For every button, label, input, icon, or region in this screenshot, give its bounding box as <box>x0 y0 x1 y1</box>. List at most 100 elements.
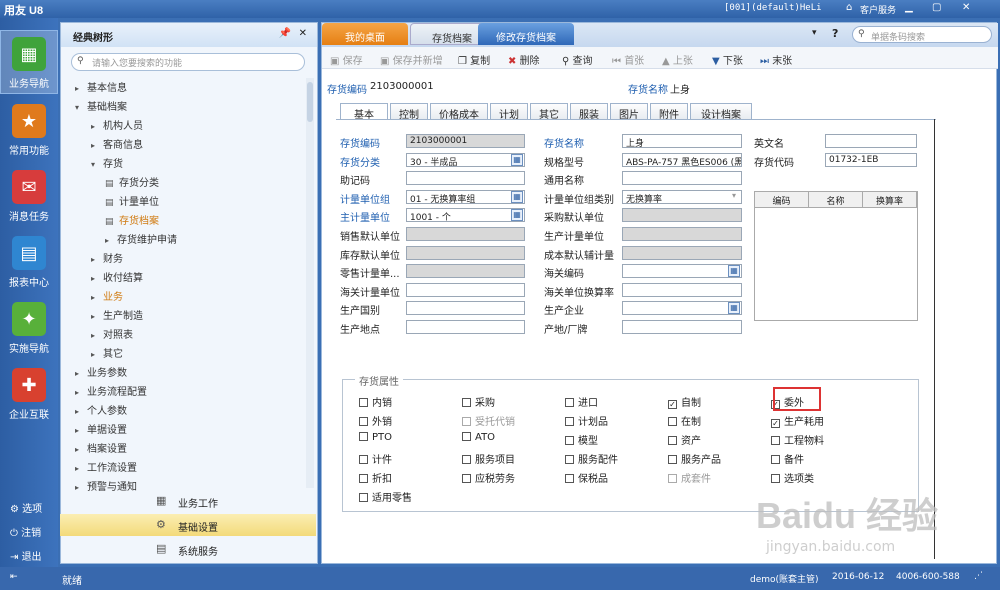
tree-item[interactable]: ▤ 存货分类 <box>105 174 159 189</box>
tree-item[interactable]: ▸ 收付结算 <box>91 269 143 284</box>
exit-button[interactable]: ⇥ 退出 <box>10 548 42 563</box>
attribute-checkbox[interactable]: 服务项目 <box>462 451 515 466</box>
query-button[interactable]: ⚲ 查询 <box>562 52 593 67</box>
form-field[interactable] <box>622 282 742 297</box>
subtab-8[interactable]: 设计档案 <box>690 103 752 121</box>
attribute-checkbox[interactable]: 折扣 <box>359 470 392 485</box>
checkbox-icon[interactable] <box>462 432 471 441</box>
checkbox-icon[interactable] <box>359 417 368 426</box>
prev-button[interactable]: ▲ 上张 <box>662 52 693 67</box>
form-field[interactable] <box>622 171 742 186</box>
tree-item[interactable]: ▸ 业务参数 <box>75 364 127 379</box>
attribute-checkbox[interactable]: 计件 <box>359 451 392 466</box>
module-messages[interactable]: ✉ 消息任务 <box>0 164 58 228</box>
tree-scrollbar[interactable] <box>306 78 314 488</box>
form-field[interactable] <box>406 171 525 186</box>
attribute-checkbox[interactable]: 受托代销 <box>462 413 515 428</box>
tree-item[interactable]: ▤ 存货档案 <box>105 212 159 227</box>
tree-item[interactable]: ▸ 机构人员 <box>91 117 143 132</box>
attribute-checkbox[interactable]: 适用零售 <box>359 489 412 504</box>
close-icon[interactable]: ✕ <box>299 28 307 39</box>
checkbox-icon[interactable] <box>771 455 780 464</box>
status-expand-icon[interactable]: ⇤ <box>10 572 18 582</box>
lookup-icon[interactable]: ▦ <box>511 153 523 166</box>
subtab-1[interactable]: 控制 <box>390 103 428 121</box>
form-field[interactable] <box>622 245 742 260</box>
form-field[interactable] <box>825 134 917 148</box>
maximize-icon[interactable]: ▢ <box>932 2 941 13</box>
form-field[interactable]: ABS-PA-757 黑色ES006 (黑 <box>622 152 742 167</box>
subtab-4[interactable]: 其它 <box>530 103 568 121</box>
customer-service-menu[interactable]: 客户服务 <box>860 3 896 16</box>
attribute-checkbox[interactable]: 服务产品 <box>668 451 721 466</box>
tree-item[interactable]: ▸ 其它 <box>91 345 123 360</box>
tree-item[interactable]: ▸ 财务 <box>91 250 123 265</box>
form-field[interactable]: ▦ <box>622 301 742 316</box>
checkbox-icon[interactable] <box>359 432 368 441</box>
checkbox-icon[interactable] <box>462 398 471 407</box>
tree-item[interactable]: ▸ 档案设置 <box>75 440 127 455</box>
checkbox-icon[interactable] <box>462 474 471 483</box>
tree-item[interactable]: ▸ 单据设置 <box>75 421 127 436</box>
form-field[interactable]: 30 - 半成品 ▦ <box>406 152 525 167</box>
attribute-checkbox[interactable]: 备件 <box>771 451 804 466</box>
tree-item[interactable]: ▸ 客商信息 <box>91 136 143 151</box>
tab-my-desktop[interactable]: 我的桌面 <box>322 23 408 45</box>
function-search-input[interactable]: ⚲ 请输入您要搜索的功能 <box>71 53 305 71</box>
tree-item[interactable]: ▤ 计量单位 <box>105 193 159 208</box>
form-field[interactable] <box>406 245 525 260</box>
nav-basic-settings[interactable]: ⚙ 基础设置 <box>60 514 316 536</box>
checkbox-icon[interactable] <box>359 474 368 483</box>
form-field[interactable]: ▦ <box>622 264 742 279</box>
checkbox-icon[interactable] <box>668 417 677 426</box>
nav-system-services[interactable]: ▤ 系统服务 <box>60 538 316 560</box>
subtab-0[interactable]: 基本 <box>340 103 388 121</box>
first-button[interactable]: ⏮ 首张 <box>612 52 644 67</box>
attribute-checkbox[interactable]: ✓ 生产耗用 <box>771 413 824 428</box>
grid-column-header[interactable]: 换算率 <box>863 192 917 207</box>
pin-icon[interactable]: 📌 <box>279 28 291 39</box>
subtab-6[interactable]: 图片 <box>610 103 648 121</box>
tree-item[interactable]: ▸ 工作流设置 <box>75 459 137 474</box>
subtab-2[interactable]: 价格成本 <box>430 103 488 121</box>
checkbox-icon[interactable] <box>668 436 677 445</box>
checkbox-icon[interactable] <box>565 474 574 483</box>
tree-item[interactable]: ▸ 业务流程配置 <box>75 383 147 398</box>
attribute-checkbox[interactable]: 保税品 <box>565 470 608 485</box>
form-field[interactable] <box>406 227 525 241</box>
tree-item[interactable]: ▸ 业务 <box>91 288 123 303</box>
lookup-icon[interactable]: ▦ <box>511 209 523 222</box>
attribute-checkbox[interactable]: ✓ 自制 <box>668 394 701 409</box>
form-field[interactable] <box>406 301 525 316</box>
grid-column-header[interactable]: 名称 <box>809 192 863 207</box>
module-business-nav[interactable]: ▦ 业务导航 <box>0 30 58 94</box>
checkbox-icon[interactable] <box>771 436 780 445</box>
attribute-checkbox[interactable]: ATO <box>462 432 495 443</box>
checkbox-icon[interactable] <box>565 436 574 445</box>
form-field[interactable]: 1001 - 个 ▦ <box>406 208 525 223</box>
tree-item[interactable]: ▸ 生产制造 <box>91 307 143 322</box>
checkbox-icon[interactable] <box>359 455 368 464</box>
logout-button[interactable]: ⏻ 注销 <box>10 524 41 539</box>
grid-column-header[interactable]: 编码 <box>755 192 809 207</box>
form-field[interactable] <box>406 320 525 334</box>
module-enterprise[interactable]: ✚ 企业互联 <box>0 362 58 426</box>
subtab-5[interactable]: 服装 <box>570 103 608 121</box>
subtab-7[interactable]: 附件 <box>650 103 688 121</box>
attribute-checkbox[interactable]: 内销 <box>359 394 392 409</box>
attribute-checkbox[interactable]: 模型 <box>565 432 598 447</box>
close-icon[interactable]: ✕ <box>962 2 970 13</box>
checkbox-icon[interactable] <box>565 455 574 464</box>
form-field[interactable]: 上身 <box>622 134 742 148</box>
checkbox-icon[interactable] <box>359 493 368 502</box>
checkbox-icon[interactable] <box>668 455 677 464</box>
last-button[interactable]: ⏭ 末张 <box>760 52 792 67</box>
barcode-search-input[interactable]: ⚲ 单据条码搜索 <box>852 26 992 43</box>
checkbox-icon[interactable]: ✓ <box>668 400 677 409</box>
attribute-checkbox[interactable]: 采购 <box>462 394 495 409</box>
lookup-icon[interactable]: ▦ <box>511 190 523 203</box>
attribute-checkbox[interactable]: 资产 <box>668 432 701 447</box>
attribute-checkbox[interactable]: 计划品 <box>565 413 608 428</box>
checkbox-icon[interactable] <box>668 474 677 483</box>
attribute-checkbox[interactable]: 选项类 <box>771 470 814 485</box>
